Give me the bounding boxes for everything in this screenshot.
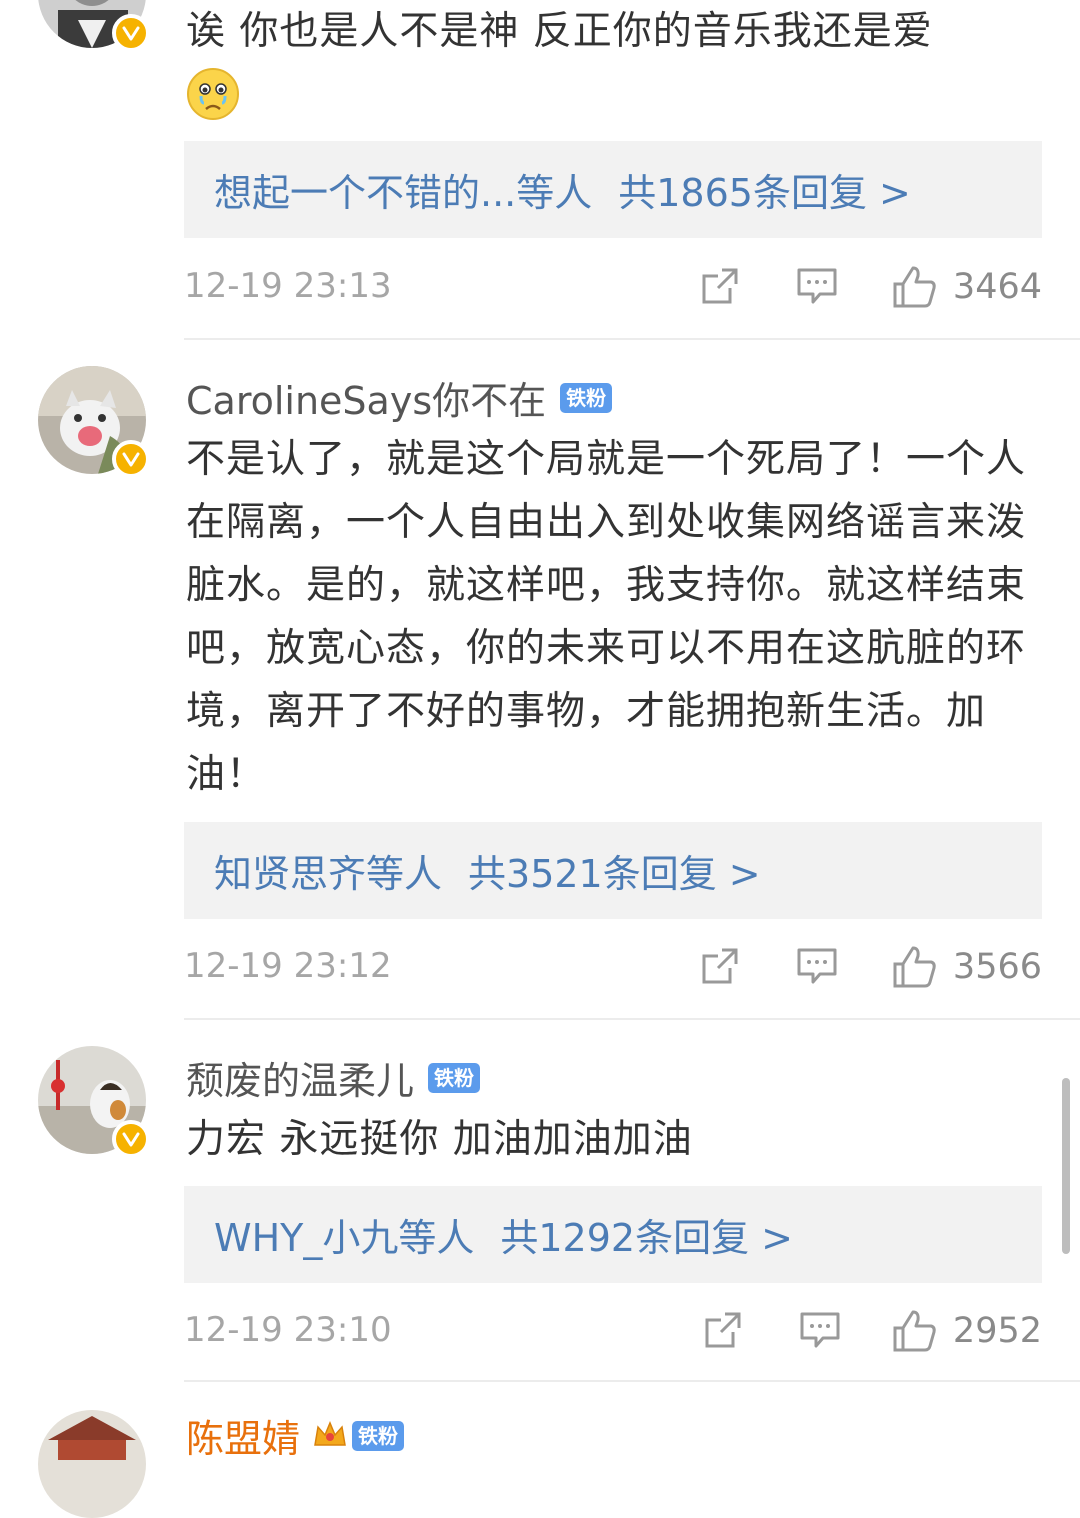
like-count: 3464 [952, 267, 1042, 307]
share-icon[interactable] [703, 1310, 743, 1354]
comment-icon[interactable] [796, 266, 838, 310]
timestamp: 12-19 23:10 [184, 1310, 392, 1350]
reply-summary[interactable]: 想起一个不错的...等人 共1865条回复 > [184, 141, 1042, 238]
avatar[interactable] [38, 0, 150, 52]
username[interactable]: 颓废的温柔儿 铁粉 [186, 1050, 481, 1105]
like-count: 3566 [952, 947, 1042, 987]
avatar[interactable] [38, 1410, 146, 1518]
reply-users: 知贤思齐等人 [214, 852, 443, 896]
username-text: 陈盟婧 [186, 1417, 301, 1461]
timestamp: 12-19 23:13 [184, 266, 392, 306]
scrollbar[interactable] [1062, 1078, 1070, 1254]
divider [184, 338, 1080, 340]
verified-badge-icon [112, 14, 150, 52]
reply-users: 想起一个不错的...等人 [214, 171, 593, 215]
comment-text: 不是认了，就是这个局就是一个死局了！一个人在隔离，一个人自由出入到处收集网络谣言… [186, 437, 1027, 797]
avatar-image [38, 1410, 146, 1518]
share-icon[interactable] [700, 266, 740, 310]
comment-text: 诶 你也是人不是神 反正你的音乐我还是爱 [186, 0, 1036, 140]
avatar[interactable] [38, 366, 150, 478]
timestamp: 12-19 23:12 [184, 946, 392, 986]
fan-badge: 铁粉 [352, 1420, 405, 1451]
reply-count: 共1865条回复 > [618, 171, 911, 215]
comment-meta: 12-19 23:10 2952 [184, 1302, 1042, 1362]
like-button[interactable]: 2952 [891, 1308, 1042, 1354]
fan-badge: 铁粉 [560, 382, 613, 413]
divider [184, 1380, 1080, 1382]
username[interactable]: CarolineSays你不在 铁粉 [186, 370, 613, 425]
share-icon[interactable] [700, 946, 740, 990]
like-button[interactable]: 3566 [891, 944, 1042, 990]
like-icon [893, 266, 936, 308]
crown-icon [312, 1414, 348, 1458]
username-text: 颓废的温柔儿 [186, 1059, 415, 1103]
like-icon [893, 946, 936, 988]
comment-icon[interactable] [799, 1310, 841, 1354]
reply-count: 共3521条回复 > [468, 852, 761, 896]
reply-count: 共1292条回复 > [500, 1216, 794, 1260]
verified-badge-icon [112, 440, 150, 478]
comment-icon[interactable] [796, 946, 838, 990]
reply-summary[interactable]: WHY_小九等人 共1292条回复 > [184, 1186, 1042, 1283]
avatar[interactable] [38, 1046, 150, 1158]
reply-summary[interactable]: 知贤思齐等人 共3521条回复 > [184, 822, 1042, 919]
fan-badge: 铁粉 [428, 1062, 481, 1093]
username-text: CarolineSays你不在 [186, 379, 547, 423]
like-count: 2952 [952, 1311, 1042, 1351]
comment-text: 力宏 永远挺你 加油加油加油 [186, 1117, 693, 1162]
like-icon [893, 1310, 936, 1352]
comment-meta: 12-19 23:13 3464 [184, 258, 1042, 318]
username[interactable]: 陈盟婧 铁粉 [186, 1408, 405, 1463]
divider [184, 1018, 1080, 1020]
comment-item: 诶 你也是人不是神 反正你的音乐我还是爱 想起一个不错的...等人 共1865条… [0, 0, 1080, 340]
crying-emoji-icon [186, 67, 240, 140]
verified-badge-icon [112, 1120, 150, 1158]
like-button[interactable]: 3464 [891, 264, 1042, 310]
comment-meta: 12-19 23:12 3566 [184, 938, 1042, 998]
reply-users: WHY_小九等人 [214, 1216, 475, 1260]
